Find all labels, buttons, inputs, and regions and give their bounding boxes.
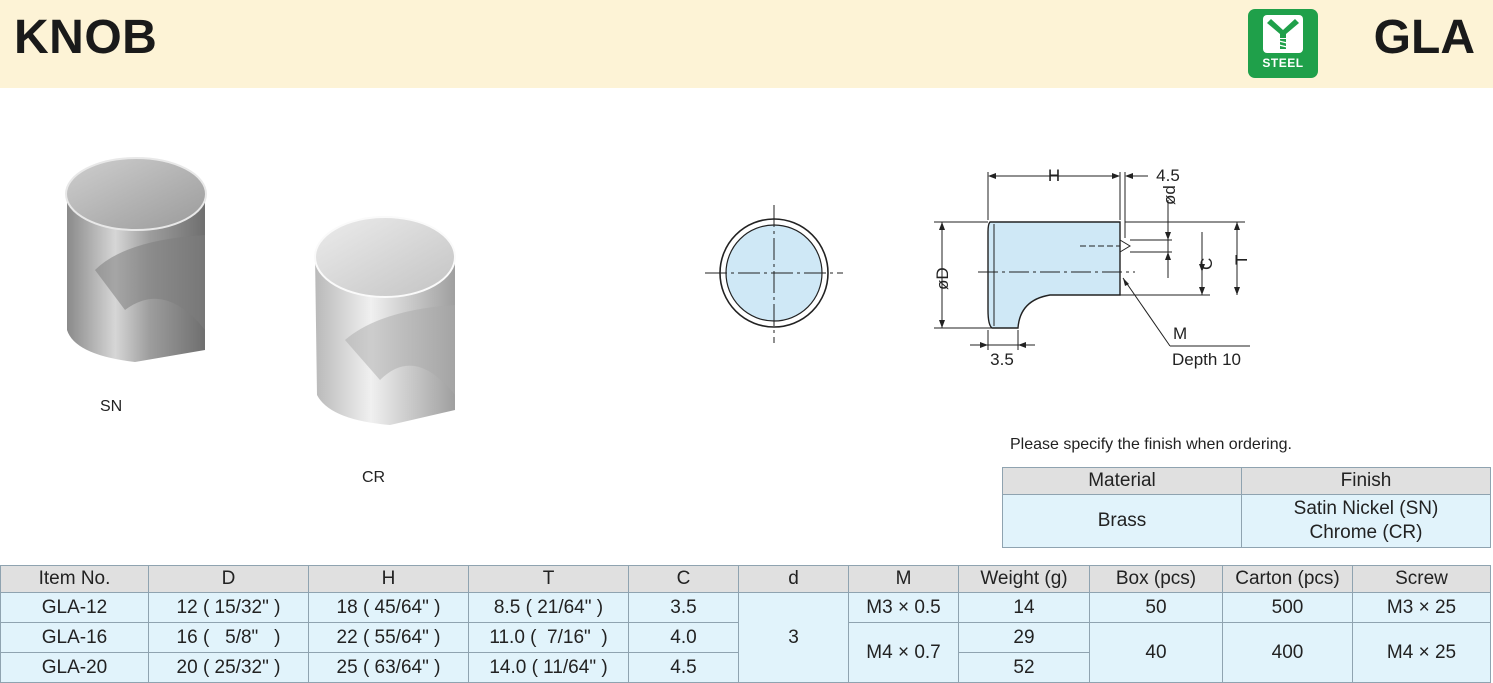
cell-d: 12 ( 15/32" ) (148, 592, 309, 623)
col-item: Item No. (0, 565, 149, 593)
steel-badge: STEEL (1248, 9, 1318, 78)
material-value: Brass (1002, 494, 1242, 548)
cell-box: 40 (1089, 622, 1223, 683)
cell-item: GLA-12 (0, 592, 149, 623)
knob-photo-sn (65, 157, 207, 362)
col-h: H (308, 565, 469, 593)
photo-label-sn: SN (100, 398, 123, 415)
cell-m: M4 × 0.7 (848, 622, 959, 683)
cell-d: 20 ( 25/32" ) (148, 652, 309, 683)
badge-label: STEEL (1262, 56, 1304, 70)
cell-weight: 29 (958, 622, 1090, 653)
cell-t: 14.0 ( 11/64" ) (468, 652, 629, 683)
cell-carton: 400 (1222, 622, 1353, 683)
cell-t: 11.0 ( 7/16" ) (468, 622, 629, 653)
col-m: M (848, 565, 959, 593)
spec-header-row: Item No. D H T C d M Weight (g) Box (pcs… (0, 565, 1491, 593)
dim-h: H (1048, 166, 1060, 185)
col-d-outer: D (148, 565, 309, 593)
header-finish: Finish (1241, 467, 1491, 495)
dim-c: C (1197, 258, 1216, 270)
dim-d: ød (1160, 185, 1179, 205)
col-weight: Weight (g) (958, 565, 1090, 593)
product-code: GLA (1373, 11, 1475, 64)
col-carton: Carton (pcs) (1222, 565, 1353, 593)
screw-icon (1263, 15, 1303, 53)
col-box: Box (pcs) (1089, 565, 1223, 593)
cell-screw: M3 × 25 (1352, 592, 1491, 623)
dim-D: øD (933, 267, 952, 290)
side-view-drawing: H 4.5 ød C T øD 3.5 M Depth 10 (933, 166, 1251, 369)
header-bar: KNOB STEEL GLA (0, 0, 1493, 88)
material-table: Material Finish Brass Satin Nickel (SN) … (1002, 467, 1491, 548)
col-screw: Screw (1352, 565, 1491, 593)
cell-m: M3 × 0.5 (848, 592, 959, 623)
col-c: C (628, 565, 739, 593)
dim-offset: 4.5 (1156, 166, 1180, 185)
dim-depth: Depth 10 (1172, 350, 1241, 369)
dim-t: T (1232, 255, 1251, 265)
col-d-inner: d (738, 565, 849, 593)
cell-d-inner: 3 (738, 592, 849, 683)
col-t: T (468, 565, 629, 593)
dim-m: M (1173, 324, 1187, 343)
cell-box: 50 (1089, 592, 1223, 623)
finish-values: Satin Nickel (SN) Chrome (CR) (1241, 494, 1491, 548)
cell-c: 4.0 (628, 622, 739, 653)
spec-table: Item No. D H T C d M Weight (g) Box (pcs… (0, 565, 1491, 683)
cell-h: 22 ( 55/64" ) (308, 622, 469, 653)
cell-h: 25 ( 63/64" ) (308, 652, 469, 683)
finish-cr: Chrome (CR) (1309, 522, 1423, 543)
cell-c: 4.5 (628, 652, 739, 683)
front-view-drawing (705, 205, 843, 343)
order-note: Please specify the finish when ordering. (1010, 436, 1292, 453)
finish-sn: Satin Nickel (SN) (1293, 498, 1439, 519)
header-material: Material (1002, 467, 1242, 495)
cell-weight: 52 (958, 652, 1090, 683)
cell-screw: M4 × 25 (1352, 622, 1491, 683)
cell-item: GLA-20 (0, 652, 149, 683)
knob-photo-cr (314, 216, 456, 425)
cell-c: 3.5 (628, 592, 739, 623)
cell-h: 18 ( 45/64" ) (308, 592, 469, 623)
page-title: KNOB (14, 11, 158, 64)
cell-d: 16 ( 5/8" ) (148, 622, 309, 653)
dim-base: 3.5 (990, 350, 1014, 369)
cell-t: 8.5 ( 21/64" ) (468, 592, 629, 623)
cell-weight: 14 (958, 592, 1090, 623)
cell-item: GLA-16 (0, 622, 149, 653)
photo-label-cr: CR (362, 469, 386, 486)
cell-carton: 500 (1222, 592, 1353, 623)
table-row: GLA-12 12 ( 15/32" ) 18 ( 45/64" ) 8.5 (… (0, 592, 1491, 683)
